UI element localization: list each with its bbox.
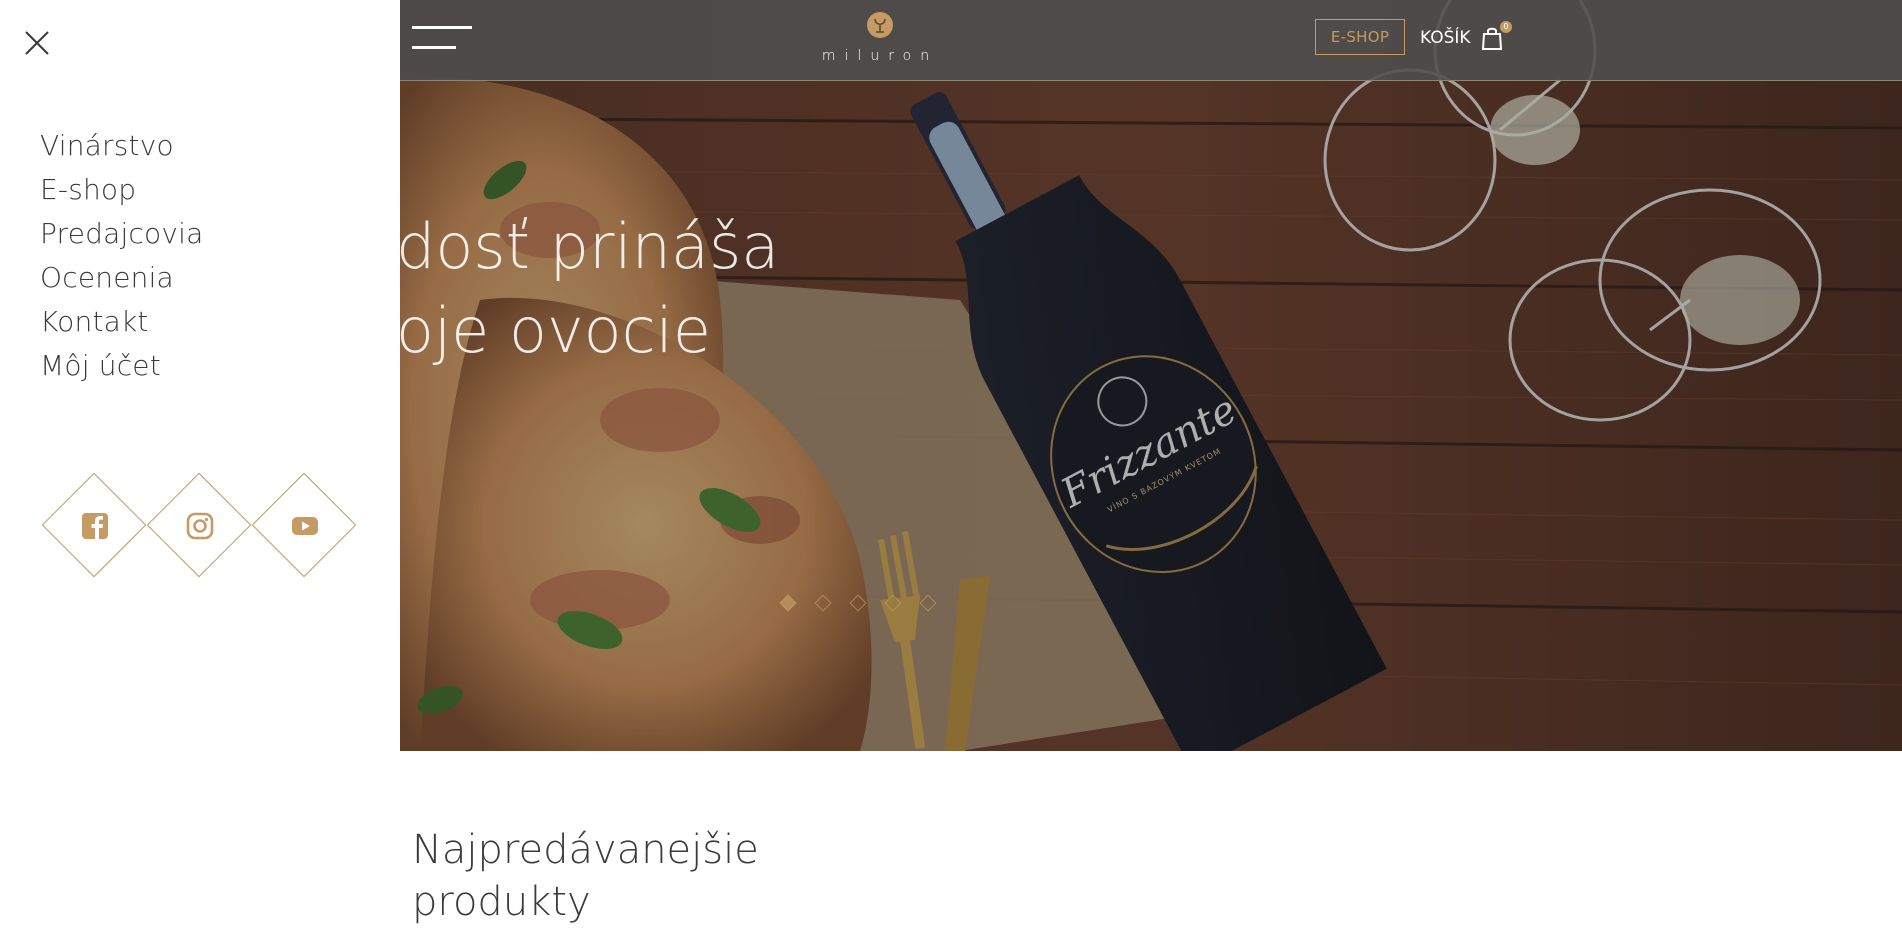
- hero-headline-line: dosť prináša: [400, 210, 780, 283]
- bestsellers-title: Najpredávanejšie produkty: [412, 827, 759, 925]
- slider-dot[interactable]: [779, 594, 797, 612]
- slider-dots: [779, 594, 952, 613]
- logo-mark-icon: [867, 12, 893, 38]
- nav-item-predajcovia[interactable]: Predajcovia: [40, 212, 203, 256]
- shopping-bag-icon: 0: [1480, 21, 1512, 51]
- instagram-icon: [186, 512, 214, 540]
- nav-item-vinarstvo[interactable]: Vinárstvo: [40, 124, 203, 168]
- nav-drawer: Vinárstvo E-shop Predajcovia Ocenenia Ko…: [0, 0, 400, 937]
- drawer-nav: Vinárstvo E-shop Predajcovia Ocenenia Ko…: [40, 124, 203, 388]
- site-header: miluron E-SHOP KOŠÍK 0: [400, 0, 1902, 81]
- youtube-icon: [292, 517, 318, 535]
- nav-item-eshop[interactable]: E-shop: [40, 168, 203, 212]
- slider-dot[interactable]: [884, 594, 902, 612]
- nav-item-moj-ucet[interactable]: Môj účet: [40, 344, 203, 388]
- hero-slider: Frizzante VÍNO S BAZOVÝM KVETOM miluron …: [400, 0, 1902, 751]
- hero-overlay: [400, 0, 1902, 751]
- site-logo[interactable]: miluron: [780, 12, 980, 68]
- page: Frizzante VÍNO S BAZOVÝM KVETOM miluron …: [0, 0, 1902, 937]
- eshop-button[interactable]: E-SHOP: [1315, 19, 1405, 55]
- slider-dot[interactable]: [849, 594, 867, 612]
- logo-text: miluron: [821, 48, 939, 64]
- hero-headline-line: oje ovocie: [400, 294, 712, 367]
- menu-line: [412, 46, 456, 49]
- facebook-link[interactable]: [41, 472, 148, 579]
- nav-item-ocenenia[interactable]: Ocenenia: [40, 256, 203, 300]
- cart-label: KOŠÍK: [1420, 28, 1471, 48]
- youtube-link[interactable]: [251, 472, 358, 579]
- close-icon: [25, 31, 49, 55]
- hero-headline: dosť prináša oje ovocie: [400, 205, 779, 373]
- close-button[interactable]: [22, 28, 52, 58]
- cart-count-badge: 0: [1499, 21, 1512, 33]
- nav-item-kontakt[interactable]: Kontakt: [40, 300, 203, 344]
- cart-button[interactable]: KOŠÍK 0: [1420, 20, 1512, 56]
- slider-dot[interactable]: [814, 594, 832, 612]
- slider-dot[interactable]: [919, 594, 937, 612]
- instagram-link[interactable]: [146, 472, 253, 579]
- facebook-icon: [82, 513, 108, 539]
- menu-line: [412, 26, 472, 29]
- social-links: [41, 472, 362, 579]
- menu-toggle-button[interactable]: [412, 26, 472, 50]
